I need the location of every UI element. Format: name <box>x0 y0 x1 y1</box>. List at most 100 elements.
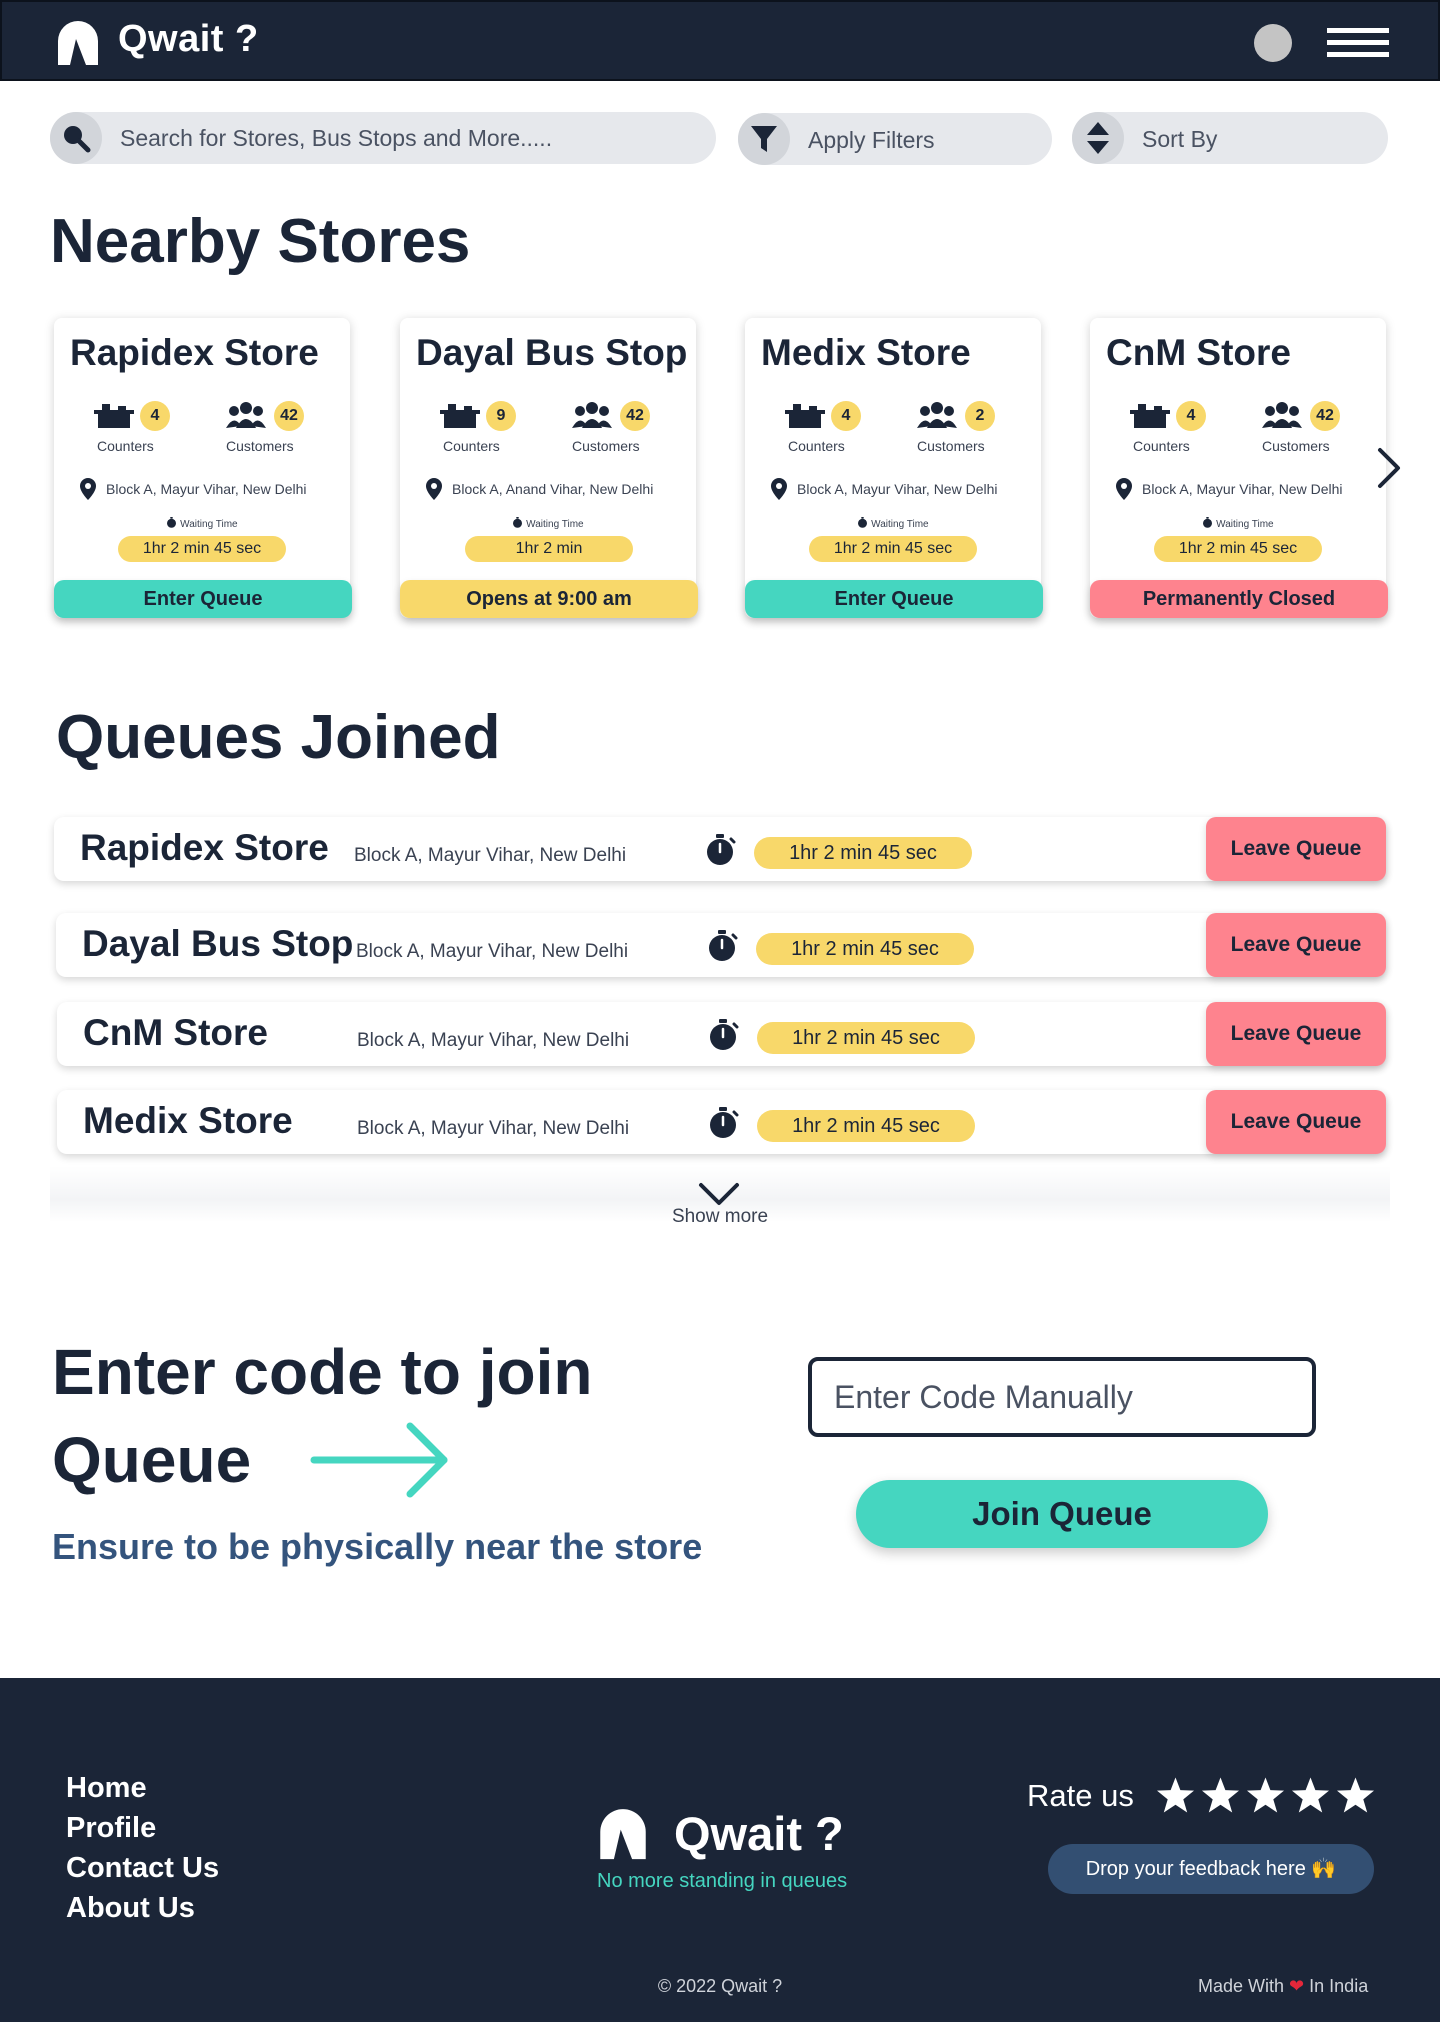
location-pin-icon <box>426 478 442 500</box>
arrow-right-icon <box>310 1422 448 1498</box>
sort-updown-icon <box>1072 112 1124 164</box>
customers-stat: 42 Customers <box>226 400 346 460</box>
made-with-prefix: Made With <box>1198 1976 1285 1996</box>
customers-count-badge: 2 <box>965 401 995 431</box>
app-logo-text[interactable]: Qwait ? <box>118 18 259 61</box>
leave-queue-button[interactable]: Leave Queue <box>1206 1002 1386 1066</box>
people-group-icon <box>226 402 266 428</box>
location-pin-icon <box>771 478 787 500</box>
search-input[interactable] <box>120 122 690 154</box>
queue-row: Rapidex Store Block A, Mayur Vihar, New … <box>54 817 1386 881</box>
store-card[interactable]: Medix Store 4 Counters 2 Customers Block… <box>745 318 1043 618</box>
waiting-time-label: Waiting Time <box>1090 517 1386 530</box>
footer-link-profile[interactable]: Profile <box>66 1808 219 1848</box>
queue-store-address: Block A, Mayur Vihar, New Delhi <box>356 941 629 962</box>
made-with-suffix: In India <box>1309 1976 1369 1996</box>
footer-tagline: No more standing in queues <box>597 1870 848 1892</box>
join-queue-button[interactable]: Join Queue <box>856 1480 1268 1548</box>
waiting-time-label: Waiting Time <box>400 517 696 530</box>
logo-arch-icon[interactable] <box>56 19 100 65</box>
queue-store-name: Medix Store <box>83 1100 293 1141</box>
store-address-text: Block A, Mayur Vihar, New Delhi <box>106 481 307 497</box>
footer: Home Profile Contact Us About Us Qwait ?… <box>0 1678 1440 2022</box>
footer-link-about[interactable]: About Us <box>66 1888 219 1928</box>
apply-filters-button[interactable]: Apply Filters <box>738 113 1052 165</box>
store-address-text: Block A, Mayur Vihar, New Delhi <box>797 481 998 497</box>
people-group-icon <box>917 402 957 428</box>
footer-link-contact[interactable]: Contact Us <box>66 1848 219 1888</box>
stopwatch-icon <box>707 834 736 865</box>
waiting-time-label: Waiting Time <box>54 517 350 530</box>
star-icon[interactable] <box>1291 1776 1330 1814</box>
leave-queue-button[interactable]: Leave Queue <box>1206 817 1386 881</box>
customers-count-badge: 42 <box>274 401 304 431</box>
store-address: Block A, Mayur Vihar, New Delhi <box>80 478 307 500</box>
counters-stat: 4 Counters <box>94 400 214 460</box>
store-card[interactable]: Dayal Bus Stop 9 Counters 42 Customers B… <box>400 318 698 618</box>
star-icon[interactable] <box>1156 1776 1195 1814</box>
feedback-button[interactable]: Drop your feedback here 🙌 <box>1048 1844 1374 1894</box>
star-icon[interactable] <box>1201 1776 1240 1814</box>
queue-code-input[interactable] <box>808 1357 1316 1437</box>
counters-count-badge: 9 <box>486 401 516 431</box>
location-pin-icon <box>1116 478 1132 500</box>
counters-label: Counters <box>97 438 154 454</box>
store-action-button[interactable]: Enter Queue <box>54 580 352 618</box>
star-icon[interactable] <box>1246 1776 1285 1814</box>
top-navbar: Qwait ? <box>0 0 1440 81</box>
counters-label: Counters <box>1133 438 1190 454</box>
stopwatch-icon <box>858 517 868 528</box>
customers-label: Customers <box>917 438 985 454</box>
store-card[interactable]: CnM Store 4 Counters 42 Customers Block … <box>1090 318 1388 618</box>
counters-label: Counters <box>788 438 845 454</box>
queue-wait-badge: 1hr 2 min 45 sec <box>757 1110 975 1142</box>
counters-count-badge: 4 <box>140 401 170 431</box>
counters-stat: 4 Counters <box>785 400 905 460</box>
apply-filters-label: Apply Filters <box>808 127 935 153</box>
footer-links: Home Profile Contact Us About Us <box>66 1768 219 1928</box>
store-address-text: Block A, Mayur Vihar, New Delhi <box>1142 481 1343 497</box>
hamburger-menu-icon[interactable] <box>1327 28 1389 58</box>
queue-wait-badge: 1hr 2 min 45 sec <box>754 837 972 869</box>
waiting-time-badge: 1hr 2 min 45 sec <box>809 536 977 562</box>
leave-queue-button[interactable]: Leave Queue <box>1206 1090 1386 1154</box>
counters-stat: 4 Counters <box>1130 400 1250 460</box>
customers-stat: 42 Customers <box>1262 400 1382 460</box>
counter-desk-icon <box>440 404 480 428</box>
footer-link-home[interactable]: Home <box>66 1768 219 1808</box>
store-card[interactable]: Rapidex Store 4 Counters 42 Customers Bl… <box>54 318 352 618</box>
store-action-button[interactable]: Enter Queue <box>745 580 1043 618</box>
stopwatch-icon <box>167 517 177 528</box>
heart-icon: ❤ <box>1289 1976 1305 1996</box>
made-with-text: Made With ❤ In India <box>1198 1976 1368 1997</box>
customers-count-badge: 42 <box>1310 401 1340 431</box>
customers-label: Customers <box>1262 438 1330 454</box>
footer-logo-text: Qwait ? <box>674 1807 844 1860</box>
rating-stars[interactable] <box>1156 1776 1375 1814</box>
search-bar[interactable] <box>50 112 716 164</box>
sort-by-button[interactable]: Sort By <box>1072 112 1388 164</box>
user-avatar[interactable] <box>1254 24 1292 62</box>
filter-funnel-icon <box>738 113 790 165</box>
show-more-label: Show more <box>671 1206 769 1227</box>
stopwatch-icon <box>1203 517 1213 528</box>
store-action-button[interactable]: Opens at 9:00 am <box>400 580 698 618</box>
logo-arch-icon <box>600 1809 646 1860</box>
chevron-right-icon[interactable] <box>1374 446 1404 490</box>
stopwatch-icon <box>513 517 523 528</box>
store-address-text: Block A, Anand Vihar, New Delhi <box>452 481 654 497</box>
chevron-down-icon <box>699 1183 739 1205</box>
queue-store-name: Rapidex Store <box>80 827 329 868</box>
store-address: Block A, Mayur Vihar, New Delhi <box>771 478 998 500</box>
counter-desk-icon <box>785 404 825 428</box>
location-pin-icon <box>80 478 96 500</box>
stopwatch-icon <box>709 930 738 961</box>
leave-queue-button[interactable]: Leave Queue <box>1206 913 1386 977</box>
waiting-time-text: Waiting Time <box>1216 519 1274 530</box>
counter-desk-icon <box>1130 404 1170 428</box>
search-icon[interactable] <box>50 112 102 164</box>
star-icon[interactable] <box>1336 1776 1375 1814</box>
store-action-button[interactable]: Permanently Closed <box>1090 580 1388 618</box>
waiting-time-text: Waiting Time <box>526 519 584 530</box>
show-more-button[interactable]: Show more <box>50 1166 1390 1227</box>
